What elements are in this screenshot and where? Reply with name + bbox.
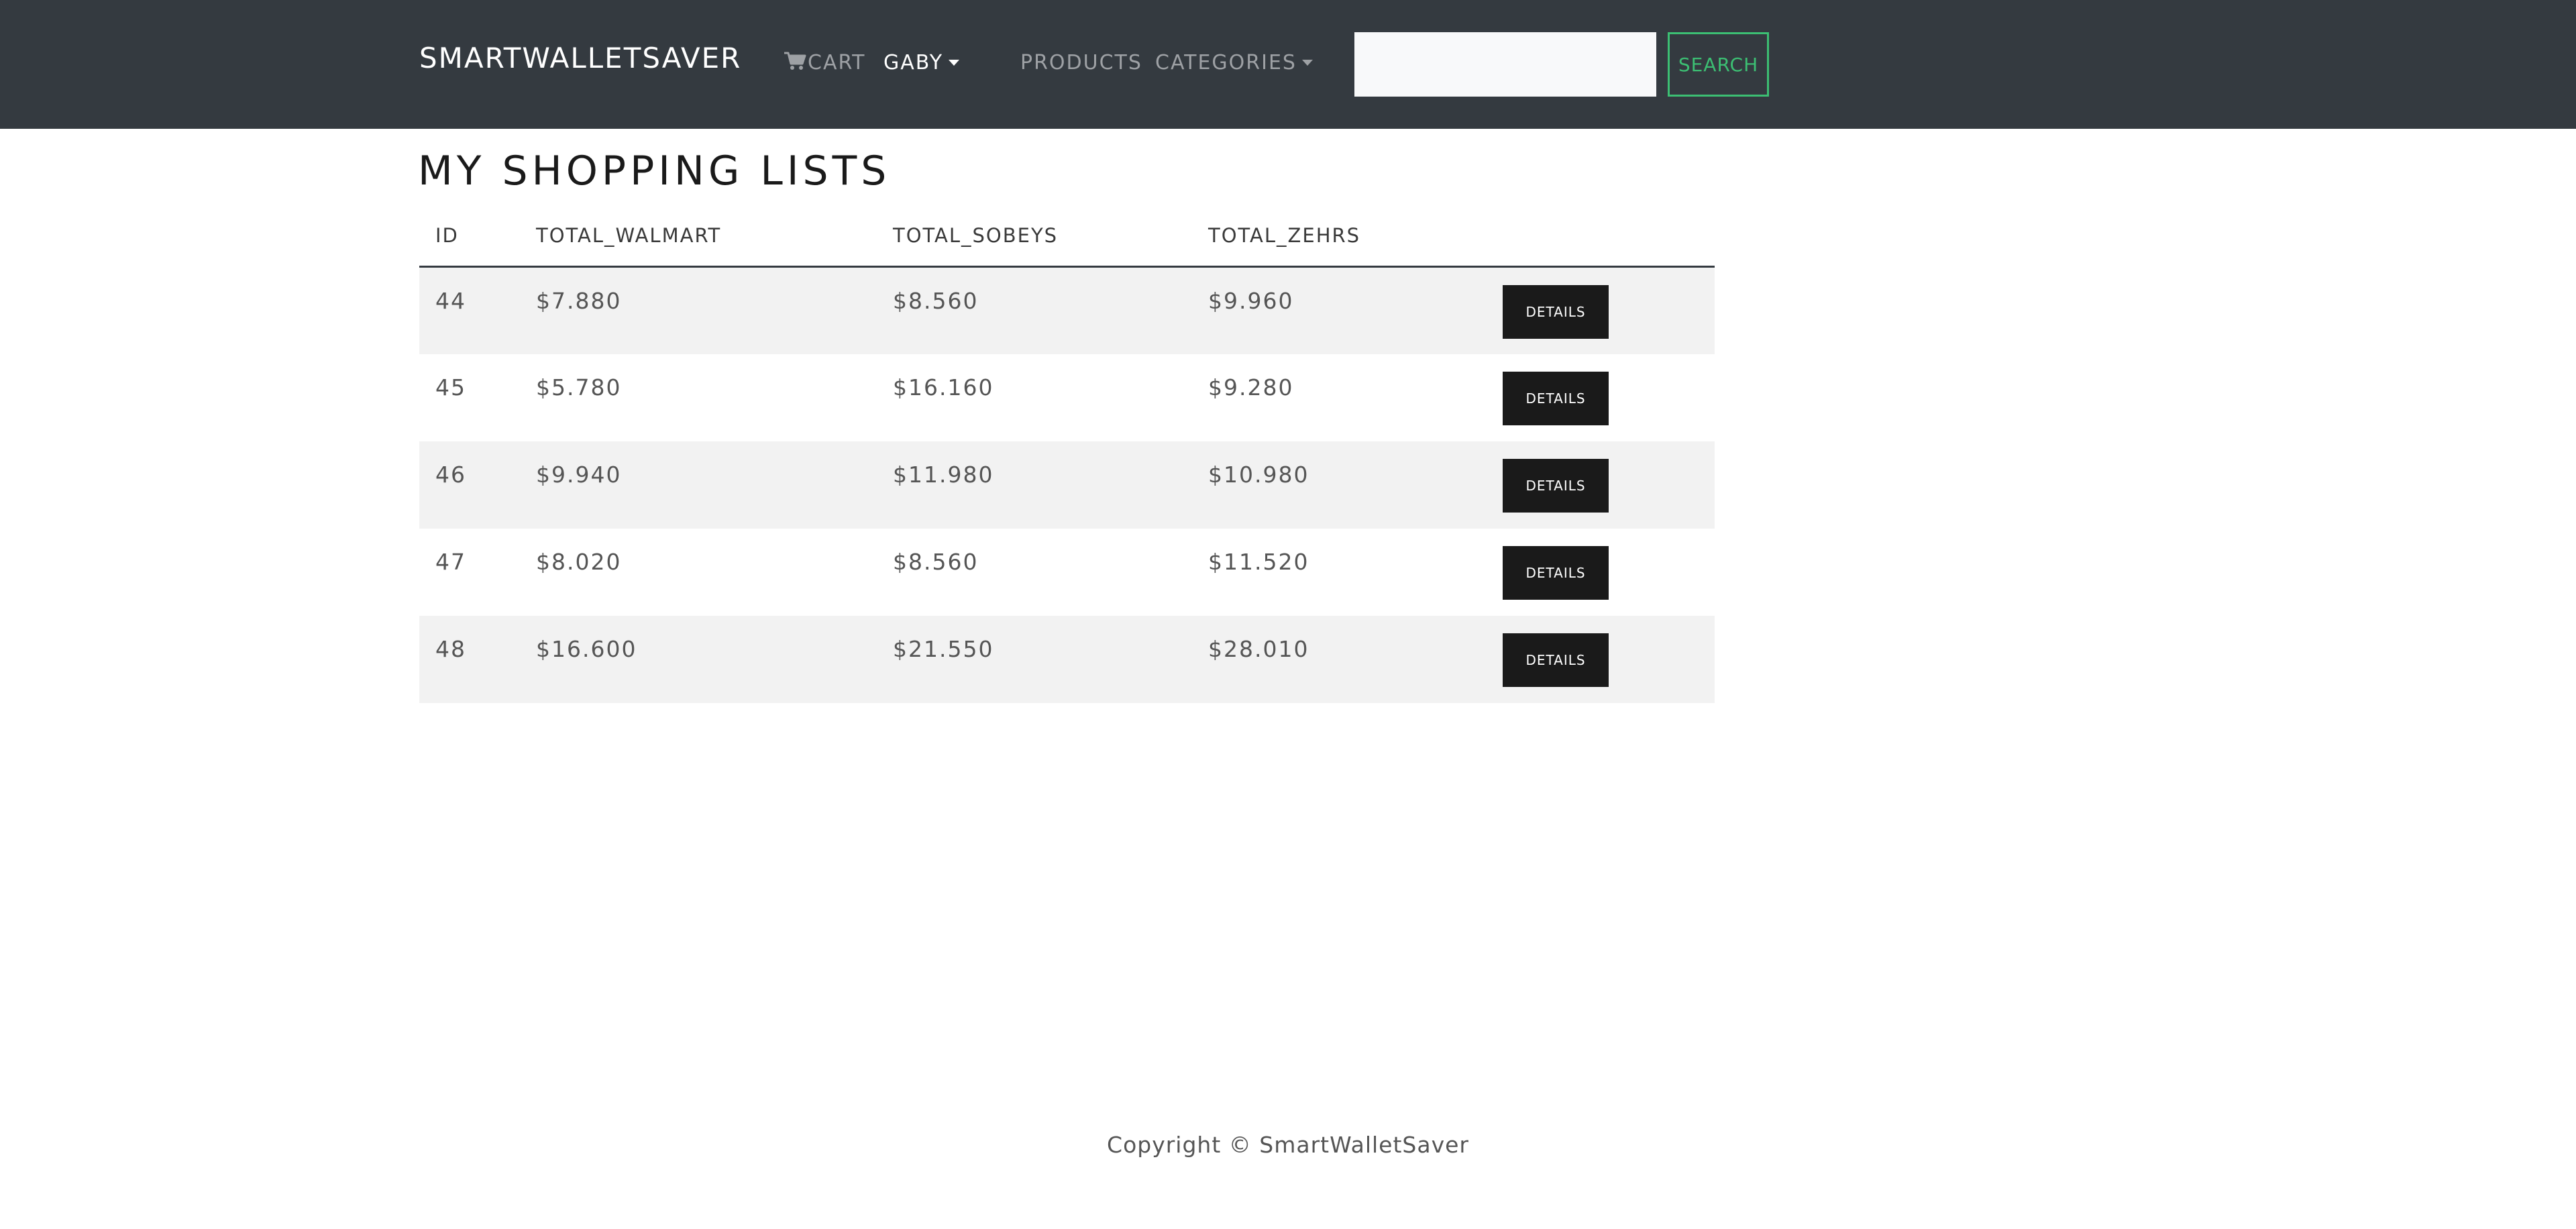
header-actions <box>1487 205 1715 268</box>
cell-id: 47 <box>435 548 466 575</box>
details-button[interactable]: Details <box>1503 458 1609 513</box>
cell-actions: Details <box>1487 354 1715 441</box>
cell-total-zehrs: $9.280 <box>1208 374 1294 400</box>
user-dropdown-label: Gaby <box>883 51 944 74</box>
cell-total-zehrs: $10.980 <box>1208 461 1309 488</box>
caret-down-icon <box>1301 60 1313 66</box>
caret-down-icon <box>949 60 960 66</box>
table-row: 44 $7.880 $8.560 $9.960 Details <box>419 266 1715 354</box>
details-button[interactable]: Details <box>1503 545 1609 600</box>
table-header-row: ID TOTAL_WALMART TOTAL_SOBEYS TOTAL_ZEHR… <box>419 205 1715 268</box>
cell-actions: Details <box>1487 267 1715 354</box>
table-row: 48 $16.600 $21.550 $28.010 Details <box>419 615 1715 703</box>
search-input[interactable] <box>1354 32 1656 97</box>
nav-products-link[interactable]: Products <box>1020 51 1142 74</box>
cell-total-walmart: $5.780 <box>536 374 622 400</box>
shopping-cart-icon <box>784 52 806 70</box>
table-row: 46 $9.940 $11.980 $10.980 Details <box>419 441 1715 529</box>
footer: Copyright © SmartWalletSaver <box>0 1132 2576 1158</box>
cell-total-sobeys: $8.560 <box>893 548 979 575</box>
cell-total-sobeys: $8.560 <box>893 288 979 314</box>
cell-total-zehrs: $11.520 <box>1208 548 1309 575</box>
details-button[interactable]: Details <box>1503 285 1609 339</box>
shopping-lists-table: ID TOTAL_WALMART TOTAL_SOBEYS TOTAL_ZEHR… <box>419 205 1715 703</box>
table-row: 47 $8.020 $8.560 $11.520 Details <box>419 529 1715 616</box>
header-id: ID <box>419 205 520 268</box>
categories-dropdown-label: Categories <box>1155 51 1297 74</box>
cell-total-walmart: $8.020 <box>536 548 622 575</box>
cell-total-walmart: $7.880 <box>536 288 622 314</box>
cell-actions: Details <box>1487 529 1715 616</box>
header-total-sobeys: TOTAL_SOBEYS <box>877 205 1192 268</box>
cell-total-sobeys: $21.550 <box>893 635 994 662</box>
cell-actions: Details <box>1487 441 1715 529</box>
nav-cart-label: Cart <box>808 51 866 74</box>
cell-id: 45 <box>435 374 466 400</box>
cell-actions: Details <box>1487 616 1715 703</box>
nav-cart-link[interactable]: Cart <box>784 51 865 74</box>
brand-link[interactable]: SmartWalletSaver <box>419 42 741 74</box>
shopping-lists-table-container: ID TOTAL_WALMART TOTAL_SOBEYS TOTAL_ZEHR… <box>419 205 1715 703</box>
cell-total-walmart: $9.940 <box>536 461 622 488</box>
details-button[interactable]: Details <box>1503 371 1609 425</box>
cell-total-sobeys: $11.980 <box>893 461 994 488</box>
table-row: 45 $5.780 $16.160 $9.280 Details <box>419 354 1715 441</box>
page-title: My Shopping Lists <box>418 148 891 195</box>
cell-id: 46 <box>435 461 466 488</box>
details-button[interactable]: Details <box>1503 633 1609 687</box>
top-navbar: SmartWalletSaver Cart Gaby Products Cate… <box>0 0 2576 129</box>
cell-total-sobeys: $16.160 <box>893 374 994 400</box>
header-total-zehrs: TOTAL_ZEHRS <box>1192 205 1487 268</box>
cell-id: 48 <box>435 635 466 662</box>
cell-id: 44 <box>435 288 466 314</box>
categories-dropdown[interactable]: Categories <box>1155 51 1313 74</box>
user-dropdown[interactable]: Gaby <box>883 51 960 74</box>
cell-total-zehrs: $9.960 <box>1208 288 1294 314</box>
cell-total-zehrs: $28.010 <box>1208 635 1309 662</box>
cell-total-walmart: $16.600 <box>536 635 637 662</box>
search-button[interactable]: Search <box>1668 32 1769 97</box>
copyright-text: Copyright © SmartWalletSaver <box>1107 1132 1469 1158</box>
header-total-walmart: TOTAL_WALMART <box>520 205 877 268</box>
